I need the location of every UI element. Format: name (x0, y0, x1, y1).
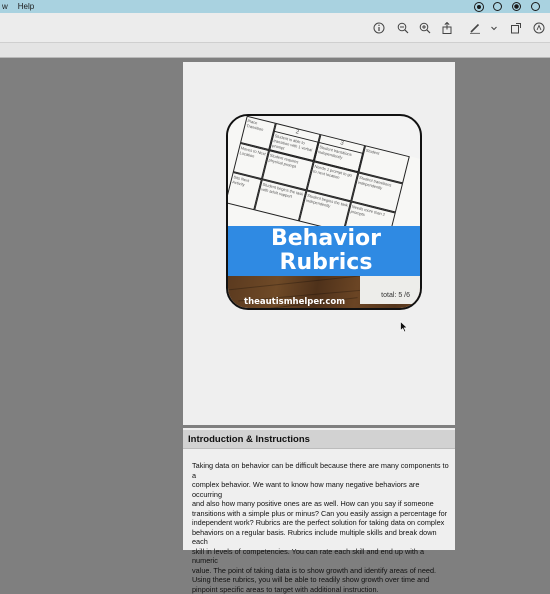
body-line: pinpoint specific areas to target with a… (192, 585, 450, 594)
record-icon[interactable] (475, 3, 483, 11)
total-paper-corner (360, 274, 420, 304)
chat-icon[interactable] (493, 2, 502, 11)
body-line: behaviors on a regular basis. Rubrics in… (192, 528, 450, 547)
status-tray (475, 0, 540, 13)
menu-item-help[interactable]: Help (18, 2, 34, 11)
info-icon[interactable] (372, 21, 386, 35)
body-line: skill in levels of competencies. You can… (192, 547, 450, 566)
section-title: Introduction & Instructions (188, 434, 310, 445)
zoom-in-icon[interactable] (418, 21, 432, 35)
menu-item-window[interactable]: w (2, 2, 8, 11)
body-line: transitions with a simple plus or minus?… (192, 509, 450, 519)
menu-bar: w Help (0, 0, 550, 13)
cover-image: Place Transition 2 Student is able to tr… (226, 114, 422, 310)
zoom-out-icon[interactable] (396, 21, 410, 35)
preview-toolbar (0, 13, 550, 43)
mouse-pointer-icon (400, 320, 408, 332)
share-icon[interactable] (440, 21, 454, 35)
options-icon[interactable] (531, 2, 540, 11)
body-line: independent work? Rubrics are the perfec… (192, 518, 450, 528)
total-label: total: (381, 292, 396, 299)
body-line: Using these rubrics, you will be able to… (192, 575, 450, 585)
chevron-down-icon[interactable] (487, 21, 501, 35)
section-body: Taking data on behavior can be difficult… (192, 461, 450, 594)
total-score: total: 5 /6 (381, 292, 410, 299)
toolbar-subbar (0, 43, 550, 58)
cover-title-line1: Behavior (228, 227, 422, 251)
section-header: Introduction & Instructions (183, 430, 455, 449)
rotate-icon[interactable] (509, 21, 523, 35)
document-page-instructions: Introduction & Instructions Taking data … (183, 428, 455, 550)
chrome-icon[interactable] (512, 2, 521, 11)
markup-circle-icon[interactable] (532, 21, 546, 35)
body-line: complex behavior. We want to know how ma… (192, 480, 450, 499)
body-line: value. The point of taking data is to sh… (192, 566, 450, 576)
body-line: Taking data on behavior can be difficult… (192, 461, 450, 480)
document-page-cover: Place Transition 2 Student is able to tr… (183, 62, 455, 425)
website-label: theautismhelper.com (244, 297, 345, 307)
title-banner: Behavior Rubrics (228, 226, 422, 276)
markup-pen-icon[interactable] (468, 21, 482, 35)
total-value: 5 /6 (398, 292, 410, 299)
cover-title-line2: Rubrics (228, 251, 422, 275)
body-line: and also how many positive ones are as w… (192, 499, 450, 509)
